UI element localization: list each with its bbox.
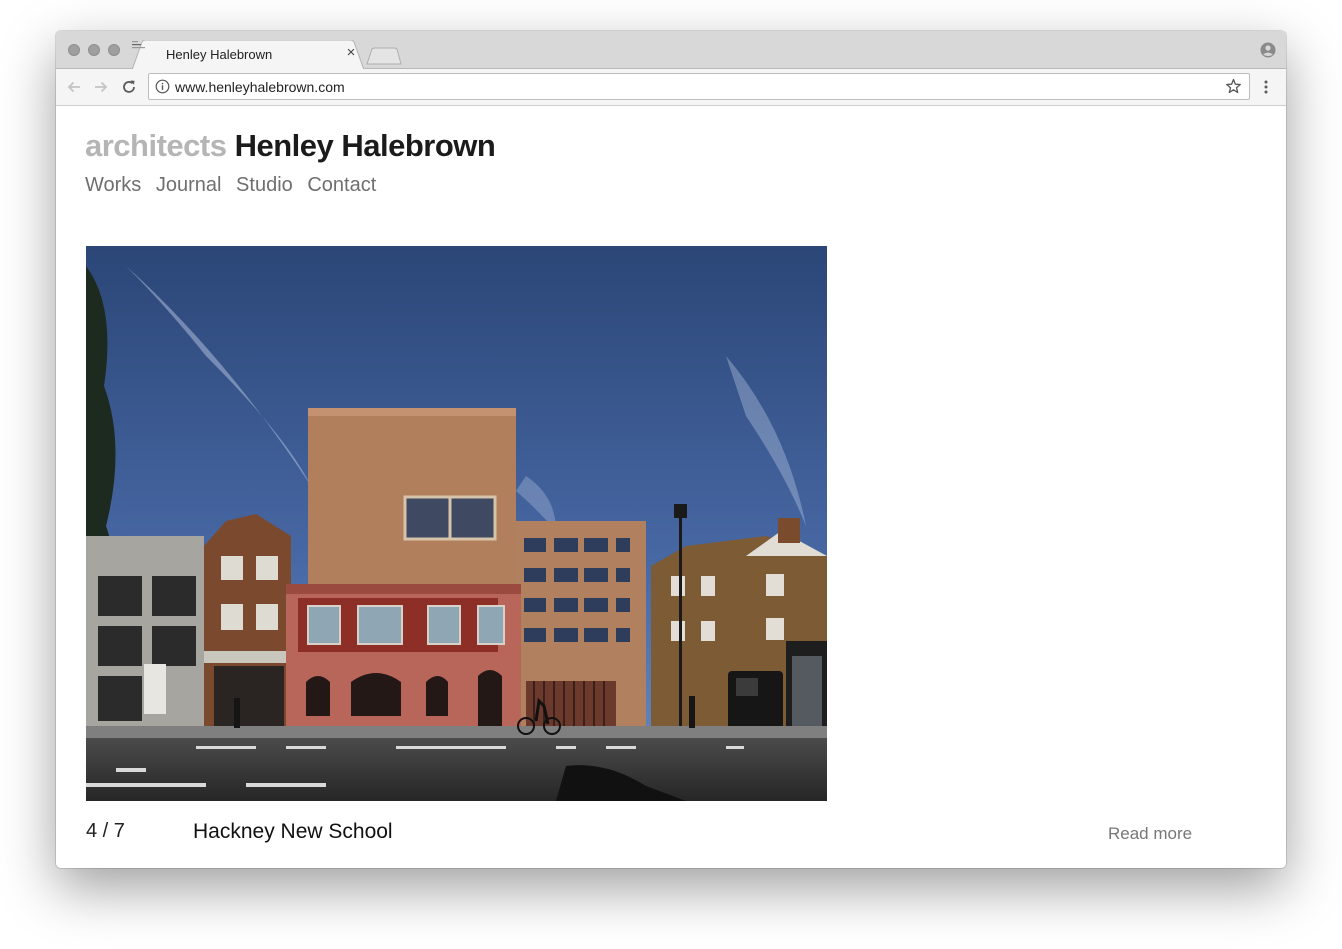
- address-bar[interactable]: www.henleyhalebrown.com: [148, 73, 1250, 100]
- site-title[interactable]: architects Henley Halebrown: [85, 128, 496, 164]
- new-tab-button[interactable]: [366, 47, 402, 65]
- tab-title: Henley Halebrown: [166, 47, 273, 62]
- info-icon[interactable]: [155, 79, 170, 94]
- page-content: architects Henley Halebrown Works Journa…: [56, 106, 1286, 868]
- site-title-name: Henley Halebrown: [234, 128, 496, 163]
- main-nav: Works Journal Studio Contact: [85, 174, 385, 197]
- kebab-menu-icon[interactable]: [1258, 79, 1274, 95]
- hero-image[interactable]: [86, 246, 827, 801]
- star-icon[interactable]: [1225, 78, 1242, 95]
- profile-icon[interactable]: [1260, 42, 1276, 58]
- nav-item-studio[interactable]: Studio: [236, 174, 293, 196]
- project-title[interactable]: Hackney New School: [193, 820, 393, 844]
- tab-strip: Henley Halebrown ×: [56, 31, 1286, 70]
- close-tab-icon[interactable]: ×: [343, 45, 359, 61]
- close-window-button[interactable]: [68, 44, 80, 56]
- forward-arrow-icon[interactable]: [93, 79, 109, 95]
- browser-toolbar: www.henleyhalebrown.com: [56, 69, 1286, 106]
- nav-item-contact[interactable]: Contact: [307, 174, 376, 196]
- zoom-window-button[interactable]: [108, 44, 120, 56]
- browser-tab[interactable]: Henley Halebrown ×: [132, 40, 364, 70]
- url-text[interactable]: www.henleyhalebrown.com: [175, 79, 345, 95]
- back-arrow-icon[interactable]: [66, 79, 82, 95]
- slide-counter: 4 / 7: [86, 820, 125, 842]
- site-title-prefix: architects: [85, 128, 227, 163]
- reload-icon[interactable]: [121, 79, 137, 95]
- minimize-window-button[interactable]: [88, 44, 100, 56]
- read-more-link[interactable]: Read more: [1108, 824, 1192, 844]
- nav-item-journal[interactable]: Journal: [156, 174, 222, 196]
- site-favicon-icon: [132, 41, 145, 49]
- nav-item-works[interactable]: Works: [85, 174, 141, 196]
- browser-window: Henley Halebrown × www.henleyhalebrown.c…: [56, 31, 1286, 868]
